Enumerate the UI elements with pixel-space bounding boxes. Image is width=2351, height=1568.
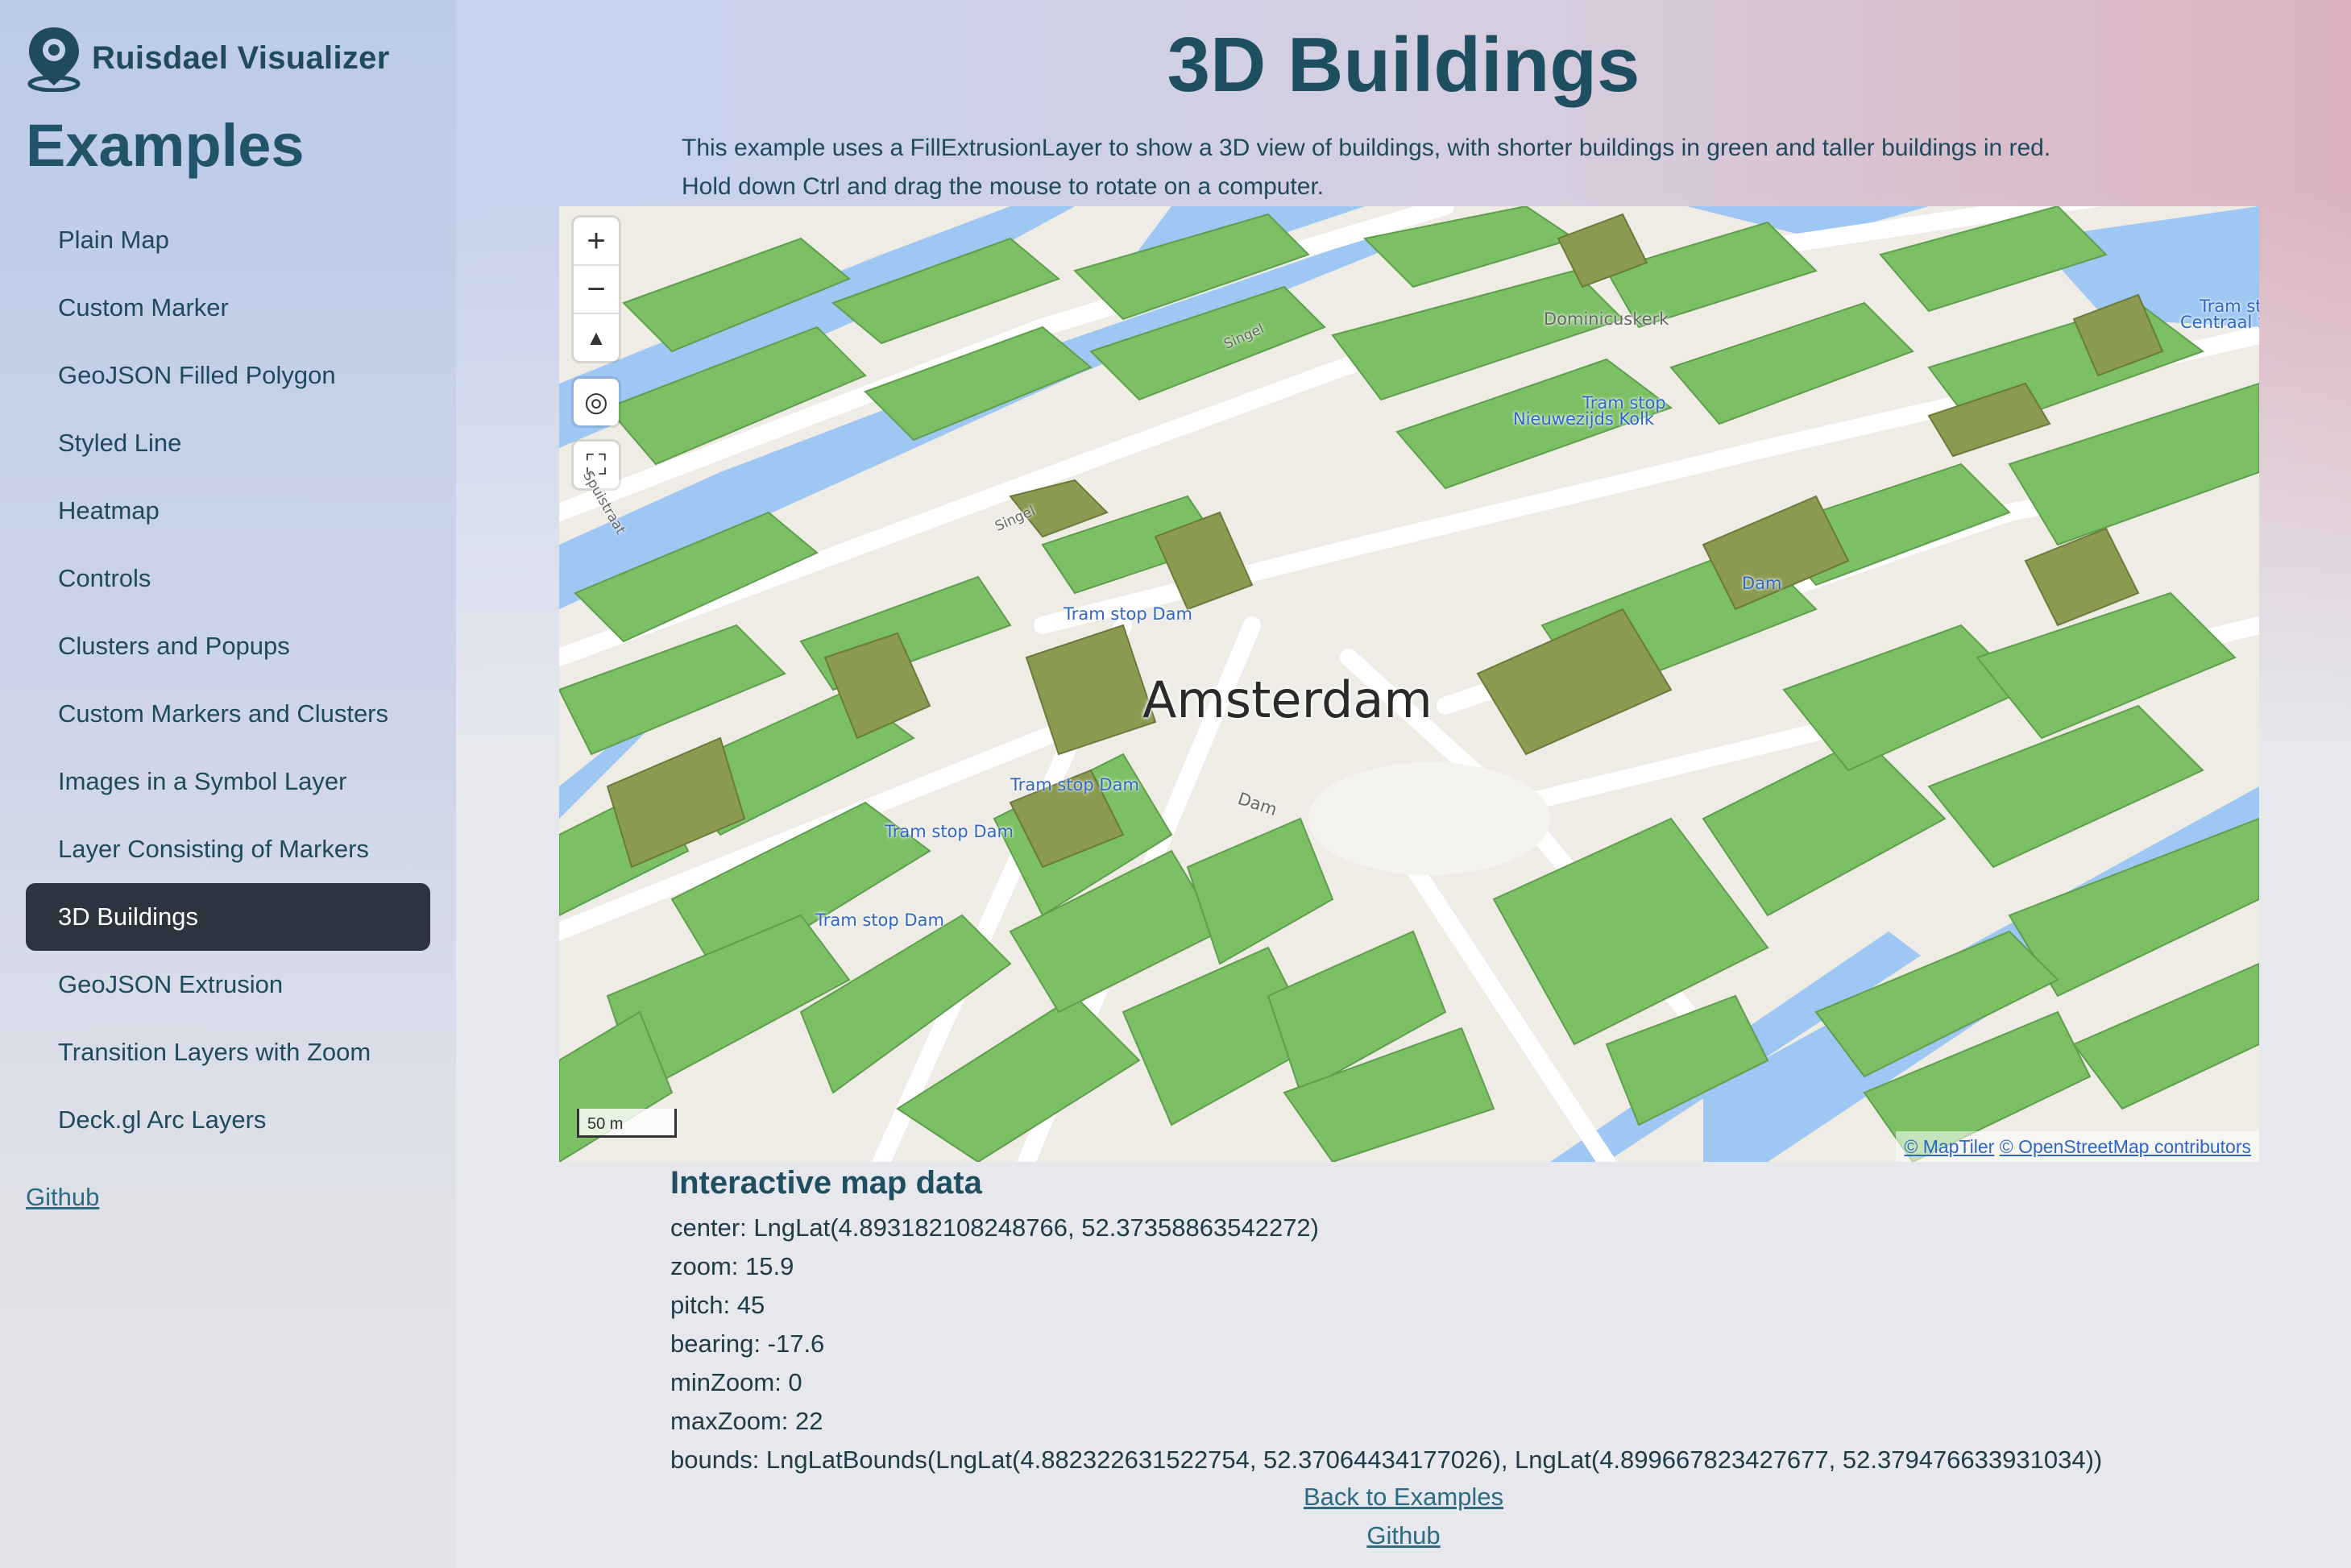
scale-bar: 50 m bbox=[577, 1109, 677, 1138]
maptiler-attribution-link[interactable]: © MapTiler bbox=[1904, 1136, 1994, 1157]
map-data-list: center: LngLat(4.893182108248766, 52.373… bbox=[670, 1209, 2102, 1479]
sidebar-item-layer-of-markers[interactable]: Layer Consisting of Markers bbox=[26, 815, 430, 883]
sidebar-nav: Plain Map Custom Marker GeoJSON Filled P… bbox=[26, 206, 430, 1154]
sidebar-item-geojson-extrusion[interactable]: GeoJSON Extrusion bbox=[26, 951, 430, 1018]
sidebar-item-plain-map[interactable]: Plain Map bbox=[26, 206, 430, 274]
sidebar-item-deckgl-arc-layers[interactable]: Deck.gl Arc Layers bbox=[26, 1086, 430, 1154]
sidebar-item-3d-buildings[interactable]: 3D Buildings bbox=[26, 883, 430, 951]
sidebar-item-styled-line[interactable]: Styled Line bbox=[26, 409, 430, 477]
map-data-heading: Interactive map data bbox=[670, 1165, 982, 1201]
sidebar-item-custom-markers-and-clusters[interactable]: Custom Markers and Clusters bbox=[26, 680, 430, 748]
map-pitch-value: pitch: 45 bbox=[670, 1291, 765, 1319]
map-bearing-value: bearing: -17.6 bbox=[670, 1329, 825, 1358]
sidebar-github-link[interactable]: Github bbox=[26, 1183, 99, 1212]
sidebar-item-geojson-filled-polygon[interactable]: GeoJSON Filled Polygon bbox=[26, 342, 430, 409]
sidebar-item-controls[interactable]: Controls bbox=[26, 545, 430, 612]
tram-stop-label[interactable]: Tram stop Dam bbox=[885, 822, 1014, 841]
tram-stop-label[interactable]: Tram stop Dam bbox=[1010, 775, 1139, 794]
map-bounds-value: bounds: LngLatBounds(LngLat(4.8823226315… bbox=[670, 1446, 2103, 1474]
sidebar-title: Examples bbox=[26, 112, 305, 179]
map-minzoom-value: minZoom: 0 bbox=[670, 1368, 802, 1396]
compass-icon[interactable]: ▲ bbox=[574, 314, 619, 361]
zoom-out-button[interactable]: − bbox=[574, 266, 619, 314]
page-description: This example uses a FillExtrusionLayer t… bbox=[682, 129, 2212, 206]
navigation-control: + − ▲ bbox=[574, 218, 619, 361]
geolocate-control: ◎ bbox=[574, 379, 619, 425]
map-zoom-value: zoom: 15.9 bbox=[670, 1252, 794, 1280]
back-to-examples-link[interactable]: Back to Examples bbox=[456, 1483, 2351, 1512]
sidebar-item-images-in-symbol-layer[interactable]: Images in a Symbol Layer bbox=[26, 748, 430, 815]
zoom-in-button[interactable]: + bbox=[574, 218, 619, 266]
page-title: 3D Buildings bbox=[1167, 22, 1640, 108]
description-line-2: Hold down Ctrl and drag the mouse to rot… bbox=[682, 173, 1325, 200]
map-center-value: center: LngLat(4.893182108248766, 52.373… bbox=[670, 1213, 1320, 1242]
tram-stop-label[interactable]: Dam bbox=[1742, 574, 1782, 593]
sidebar: Ruisdael Visualizer Examples Plain Map C… bbox=[0, 0, 456, 1568]
sidebar-item-heatmap[interactable]: Heatmap bbox=[26, 477, 430, 545]
tram-stop-label[interactable]: Nieuwezijds Kolk bbox=[1513, 409, 1654, 429]
tram-stop-label[interactable]: Tram stop Dam bbox=[815, 911, 944, 930]
sidebar-item-clusters-and-popups[interactable]: Clusters and Popups bbox=[26, 612, 430, 680]
map-attribution: © MapTiler © OpenStreetMap contributors bbox=[1896, 1131, 2259, 1162]
geolocate-icon[interactable]: ◎ bbox=[574, 379, 619, 425]
church-label[interactable]: Dominicuskerk bbox=[1544, 309, 1669, 329]
city-label: Amsterdam bbox=[1142, 670, 1433, 729]
location-pin-logo-icon bbox=[27, 27, 81, 92]
map-maxzoom-value: maxZoom: 22 bbox=[670, 1407, 823, 1435]
osm-attribution-link[interactable]: © OpenStreetMap contributors bbox=[2000, 1136, 2251, 1157]
brand[interactable]: Ruisdael Visualizer bbox=[24, 23, 390, 93]
map-canvas[interactable]: + − ▲ ◎ ⛶ Amsterdam Tram stop Dam Tram s… bbox=[559, 206, 2259, 1162]
brand-name: Ruisdael Visualizer bbox=[92, 39, 390, 76]
description-line-1: This example uses a FillExtrusionLayer t… bbox=[682, 135, 2051, 161]
tram-stop-label[interactable]: Tram stop Dam bbox=[1064, 604, 1192, 624]
sidebar-item-transition-layers[interactable]: Transition Layers with Zoom bbox=[26, 1018, 430, 1086]
sidebar-item-custom-marker[interactable]: Custom Marker bbox=[26, 274, 430, 342]
footer-github-link[interactable]: Github bbox=[456, 1521, 2351, 1550]
tram-stop-label[interactable]: Centraal St bbox=[2180, 313, 2259, 332]
